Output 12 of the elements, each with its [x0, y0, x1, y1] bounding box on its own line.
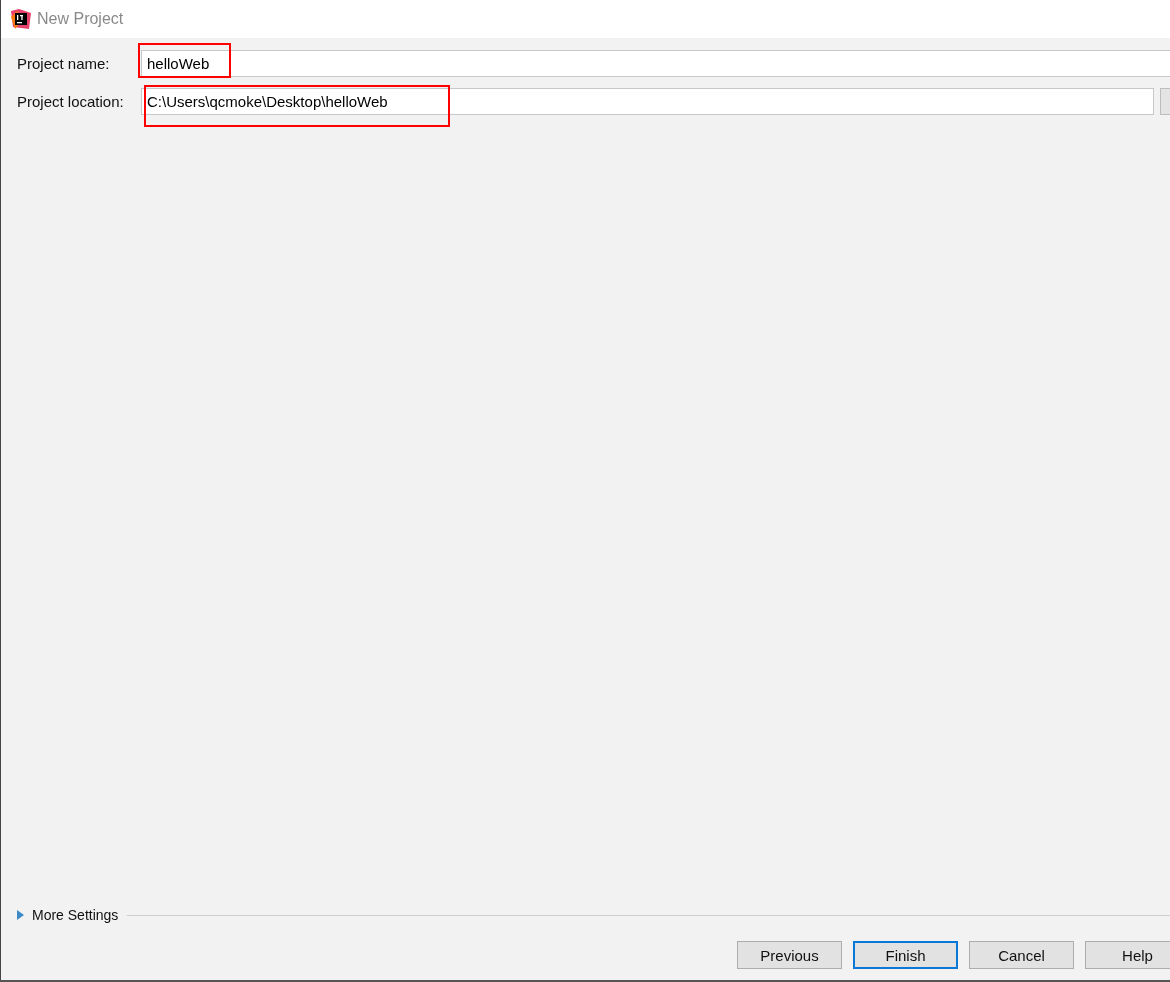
text-field[interactable]: C:\Users\qcmoke\Desktop\helloWeb: [141, 87, 1154, 115]
more-settings-toggle[interactable]: More Settings: [32, 907, 119, 923]
dialog-button[interactable]: Finish: [853, 941, 958, 969]
text-field[interactable]: helloWeb: [141, 49, 1170, 77]
dialog-button[interactable]: Previous: [737, 941, 842, 969]
field-label: Project name:: [16, 54, 111, 72]
dialog-button[interactable]: Cancel: [969, 941, 1074, 969]
app-logo-icon: [11, 9, 31, 29]
dialog-button[interactable]: Help: [1085, 941, 1170, 969]
window-title: New Project: [37, 10, 124, 28]
expand-arrow-icon[interactable]: [17, 910, 25, 920]
field-label: Project location:: [16, 92, 125, 110]
